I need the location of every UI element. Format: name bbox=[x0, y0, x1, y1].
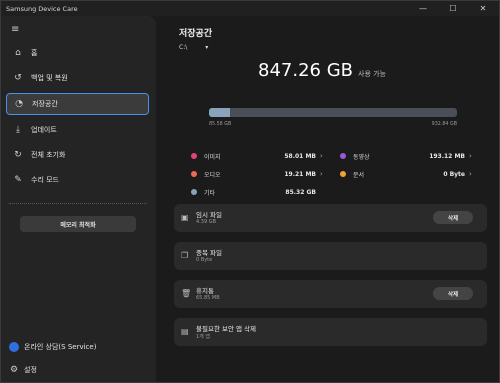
card-subtitle: 0 Byte bbox=[196, 257, 213, 263]
category-other: 기타 85.32 GB bbox=[191, 185, 326, 199]
category-size: 19.21 MB bbox=[284, 170, 316, 178]
sidebar-item-storage[interactable]: ◔ 저장공간 bbox=[6, 93, 149, 115]
total-label: 932.84 GB bbox=[431, 122, 457, 127]
sidebar-item-repair-mode[interactable]: ✎ 수리 모드 bbox=[6, 169, 149, 191]
online-support-link[interactable]: 온라인 상담(S Service) bbox=[9, 342, 96, 352]
card-title: 중복 파일 bbox=[196, 249, 222, 257]
sidebar-item-label: 전체 초기화 bbox=[31, 151, 66, 159]
chevron-right-icon: › bbox=[320, 170, 323, 178]
card-title: 휴지통 bbox=[196, 287, 214, 295]
sidebar-item-home[interactable]: ⌂ 홈 bbox=[6, 42, 149, 64]
storage-usage-bar bbox=[209, 108, 457, 117]
category-name: 이미지 bbox=[204, 153, 221, 161]
card-subtitle: 4.39 GB bbox=[196, 219, 217, 225]
backup-restore-icon: ↺ bbox=[14, 73, 22, 83]
card-recycle-bin[interactable]: 🗑 휴지통 65.85 MB 삭제 bbox=[174, 280, 487, 308]
card-subtitle: 1개 앱 bbox=[196, 334, 210, 340]
settings-icon: ⚙ bbox=[9, 365, 19, 375]
storage-bar-labels: 85.58 GB 932.84 GB bbox=[209, 122, 457, 127]
temp-file-icon: ▣ bbox=[181, 213, 189, 222]
category-name: 문서 bbox=[353, 171, 365, 179]
home-icon: ⌂ bbox=[15, 48, 21, 58]
minimize-button[interactable]: — bbox=[408, 1, 438, 16]
settings-label: 설정 bbox=[24, 366, 37, 374]
card-temp-files[interactable]: ▣ 임시 파일 4.39 GB 삭제 bbox=[174, 204, 487, 232]
delete-temp-files-button[interactable]: 삭제 bbox=[433, 211, 473, 224]
sidebar-item-label: 저장공간 bbox=[32, 100, 58, 108]
available-suffix: 사용 가능 bbox=[358, 70, 387, 78]
sidebar-item-label: 수리 모드 bbox=[31, 176, 59, 184]
sidebar: ≡ ⌂ 홈 ↺ 백업 및 복원 ◔ 저장공간 ⤓ 업데이트 ↻ 전체 초기화 ✎… bbox=[1, 16, 156, 382]
trash-icon: 🗑 bbox=[181, 289, 192, 298]
category-name: 기타 bbox=[204, 189, 216, 197]
card-subtitle: 65.85 MB bbox=[196, 295, 220, 301]
memory-optimize-button[interactable]: 메모리 최적화 bbox=[20, 216, 136, 232]
storage-usage-fill bbox=[209, 108, 230, 117]
reset-icon: ↻ bbox=[14, 150, 22, 160]
drive-value: C:\ bbox=[179, 44, 188, 51]
card-security-apps[interactable]: ▤ 불필요한 보안 앱 삭제 1개 앱 bbox=[174, 318, 487, 346]
sidebar-item-backup[interactable]: ↺ 백업 및 복원 bbox=[6, 67, 149, 89]
page-title: 저장공간 bbox=[179, 29, 213, 39]
maximize-button[interactable]: ☐ bbox=[438, 1, 468, 16]
drive-select[interactable]: C:\ ▾ bbox=[179, 44, 208, 51]
category-audio[interactable]: 오디오 19.21 MB › bbox=[191, 167, 326, 181]
card-title: 불필요한 보안 앱 삭제 bbox=[196, 325, 257, 333]
update-icon: ⤓ bbox=[16, 125, 20, 135]
category-size: 58.01 MB bbox=[284, 152, 316, 160]
available-space: 847.26 GB 사용 가능 bbox=[258, 60, 386, 81]
close-button[interactable]: ✕ bbox=[468, 1, 498, 16]
chevron-right-icon: › bbox=[320, 152, 323, 160]
card-duplicate-files[interactable]: ❐ 중복 파일 0 Byte bbox=[174, 242, 487, 270]
sidebar-item-update[interactable]: ⤓ 업데이트 bbox=[6, 119, 149, 141]
chat-icon bbox=[9, 342, 19, 352]
category-dot bbox=[191, 153, 197, 159]
available-amount: 847.26 GB bbox=[258, 60, 354, 81]
chevron-right-icon: › bbox=[469, 152, 472, 160]
category-images[interactable]: 이미지 58.01 MB › bbox=[191, 149, 326, 163]
category-videos[interactable]: 동영상 193.12 MB › bbox=[340, 149, 475, 163]
category-dot bbox=[191, 189, 197, 195]
window-title: Samsung Device Care bbox=[6, 4, 78, 13]
sidebar-divider bbox=[9, 203, 147, 204]
online-support-label: 온라인 상담(S Service) bbox=[24, 343, 97, 351]
delete-recycle-bin-button[interactable]: 삭제 bbox=[433, 287, 473, 300]
category-name: 동영상 bbox=[353, 153, 370, 161]
category-size: 85.32 GB bbox=[285, 188, 316, 196]
chevron-down-icon: ▾ bbox=[205, 44, 209, 51]
category-name: 오디오 bbox=[204, 171, 221, 179]
sidebar-item-label: 백업 및 복원 bbox=[31, 74, 68, 82]
title-bar: Samsung Device Care — ☐ ✕ bbox=[1, 1, 499, 16]
category-documents[interactable]: 문서 0 Byte › bbox=[340, 167, 475, 181]
storage-icon: ◔ bbox=[15, 99, 23, 109]
duplicate-file-icon: ❐ bbox=[181, 251, 189, 260]
category-size: 193.12 MB bbox=[429, 152, 465, 160]
main-content: 저장공간 C:\ ▾ 847.26 GB 사용 가능 85.58 GB 932.… bbox=[166, 16, 496, 382]
sidebar-item-label: 업데이트 bbox=[31, 126, 57, 134]
sidebar-item-label: 홈 bbox=[31, 49, 38, 57]
category-dot bbox=[191, 171, 197, 177]
menu-icon[interactable]: ≡ bbox=[11, 24, 19, 35]
chevron-right-icon: › bbox=[469, 170, 472, 178]
category-dot bbox=[340, 171, 346, 177]
card-title: 임시 파일 bbox=[196, 211, 222, 219]
app-window: Samsung Device Care — ☐ ✕ ≡ ⌂ 홈 ↺ 백업 및 복… bbox=[0, 0, 500, 383]
category-dot bbox=[340, 153, 346, 159]
category-size: 0 Byte bbox=[443, 170, 465, 178]
security-app-icon: ▤ bbox=[181, 327, 189, 336]
used-label: 85.58 GB bbox=[209, 122, 232, 127]
wrench-icon: ✎ bbox=[14, 175, 22, 185]
sidebar-item-reset[interactable]: ↻ 전체 초기화 bbox=[6, 144, 149, 166]
settings-link[interactable]: ⚙ 설정 bbox=[9, 365, 37, 375]
